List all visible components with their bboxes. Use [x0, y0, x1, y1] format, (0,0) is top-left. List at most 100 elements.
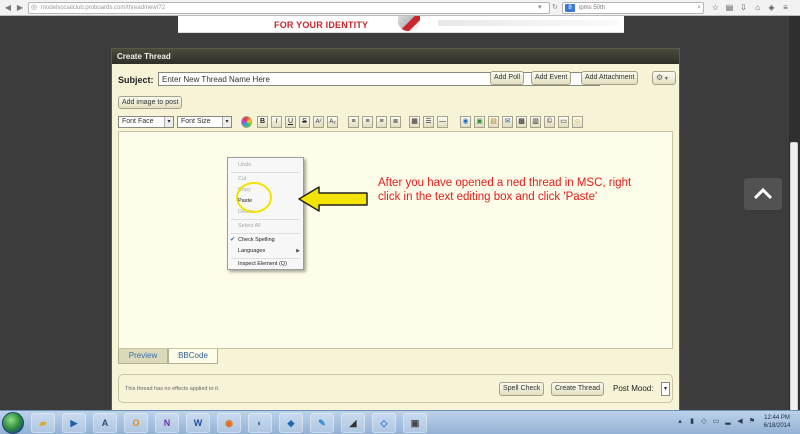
windows-taskbar: ▰ ▶ A O N W ◉ ◐ ◆ ✎ ◢ ◇ ▣ ▴ ▮ ◇ ▭ ▂ ◀ ⚑ …	[0, 410, 800, 434]
scroll-icon[interactable]: ▭	[558, 116, 569, 128]
battery-icon[interactable]: ▭	[712, 418, 720, 426]
media-player-icon[interactable]: ▶	[62, 413, 86, 433]
post-mood-select[interactable]: ▾	[661, 382, 670, 396]
thread-footer: This thread has no effects applied to it…	[118, 374, 673, 403]
context-menu-check-spelling[interactable]: ✔ Check Spelling	[228, 235, 303, 245]
italic-button[interactable]: I	[271, 116, 282, 128]
back-to-top-button[interactable]	[744, 178, 782, 210]
create-thread-button[interactable]: Create Thread	[551, 382, 605, 396]
subscript-button[interactable]: A₂	[327, 116, 338, 128]
check-spelling-label: Check Spelling	[238, 237, 275, 243]
quote-icon[interactable]: ▥	[530, 116, 541, 128]
link-icon[interactable]: ◉	[460, 116, 471, 128]
ad-banner[interactable]: FOR YOUR IDENTITY	[178, 16, 624, 33]
align-right-icon[interactable]: ≡	[376, 116, 387, 128]
chevron-up-icon	[753, 187, 773, 200]
bold-button[interactable]: B	[257, 116, 268, 128]
options-dropdown[interactable]: ⚙ ▾	[652, 71, 676, 85]
strikethrough-button[interactable]: S	[299, 116, 310, 128]
clock-time: 12:44 PM	[764, 415, 790, 421]
banner-logo	[398, 16, 420, 31]
word-icon[interactable]: W	[186, 413, 210, 433]
email-icon[interactable]: ✉	[502, 116, 513, 128]
image-icon[interactable]: ▣	[474, 116, 485, 128]
search-text: ipms 50th	[579, 5, 606, 11]
start-button[interactable]	[2, 412, 24, 434]
page-scrollbar[interactable]	[789, 16, 800, 412]
add-image-button[interactable]: Add image to post	[118, 96, 183, 109]
chevron-down-icon: ▾	[164, 117, 173, 127]
submenu-arrow-icon: ▶	[296, 248, 300, 254]
feather-icon[interactable]: ✎	[310, 413, 334, 433]
context-menu: Undo Cut Copy Paste Delete Select All ✔ …	[227, 157, 304, 270]
search-engine-icon[interactable]: 8	[565, 4, 575, 12]
explorer-icon[interactable]: ▰	[31, 413, 55, 433]
flag-icon[interactable]: ⚑	[748, 418, 756, 426]
font-size-select[interactable]: Font Size ▾	[177, 116, 232, 128]
forward-icon[interactable]: ▶	[15, 3, 25, 13]
context-menu-select-all[interactable]: Select All	[228, 221, 303, 231]
chevron-down-icon: ▾	[222, 117, 231, 127]
context-menu-cut[interactable]: Cut	[228, 174, 303, 184]
context-menu-languages[interactable]: Languages ▶	[228, 246, 303, 256]
reload-icon[interactable]: ↻	[552, 2, 558, 14]
spell-check-button[interactable]: Spell Check	[499, 382, 545, 396]
copyright-icon[interactable]: ©	[544, 116, 555, 128]
dropbox-tray-icon[interactable]: ◇	[700, 418, 708, 426]
justify-icon[interactable]: ≣	[390, 116, 401, 128]
network-icon[interactable]: ▮	[688, 418, 696, 426]
create-thread-panel: Create Thread Subject: Add Poll Add Even…	[111, 48, 680, 412]
url-text: modelsocialclub.proboards.com/thread/new…	[41, 5, 166, 11]
app4-icon[interactable]: ◢	[341, 413, 365, 433]
superscript-button[interactable]: A²	[313, 116, 324, 128]
menu-icon[interactable]: ≡	[780, 3, 791, 13]
browser-toolbar: ◀ ▶ ◎ modelsocialclub.proboards.com/thre…	[0, 0, 800, 16]
shield-icon[interactable]: ◈	[766, 3, 777, 13]
onenote-icon[interactable]: N	[155, 413, 179, 433]
dropbox-icon[interactable]: ◇	[372, 413, 396, 433]
instruction-annotation: After you have opened a ned thread in MS…	[378, 177, 632, 203]
scrollbar-thumb[interactable]	[790, 142, 798, 412]
firefox-icon[interactable]: ◉	[217, 413, 241, 433]
system-tray: ▴ ▮ ◇ ▭ ▂ ◀ ⚑	[672, 413, 758, 433]
add-poll-button-left[interactable]: Add Poll	[490, 71, 525, 85]
horizontal-rule-icon[interactable]: —	[437, 116, 448, 128]
smiley-icon[interactable]: ☺	[572, 116, 583, 128]
font-size-label: Font Size	[181, 118, 211, 125]
app-icon[interactable]: A	[93, 413, 117, 433]
download-icon[interactable]: ⇩	[738, 3, 749, 13]
app2-icon[interactable]: ◐	[248, 413, 272, 433]
home-icon[interactable]: ⌂	[752, 3, 763, 13]
dropdown-icon[interactable]: ▾	[538, 2, 542, 14]
search-bar[interactable]: 8 ipms 50th ⌕	[562, 2, 704, 14]
add-event-button[interactable]: Add Event	[531, 71, 572, 85]
outlook-icon[interactable]: O	[124, 413, 148, 433]
list-icon[interactable]: ☰	[423, 116, 434, 128]
back-icon[interactable]: ◀	[3, 3, 13, 13]
tab-bbcode[interactable]: BBCode	[168, 349, 218, 364]
align-left-icon[interactable]: ≡	[348, 116, 359, 128]
code-icon[interactable]: ▩	[516, 116, 527, 128]
post-text-editor[interactable]: Undo Cut Copy Paste Delete Select All ✔ …	[118, 131, 673, 349]
context-menu-undo[interactable]: Undo	[228, 160, 303, 170]
address-bar[interactable]: ◎ modelsocialclub.proboards.com/thread/n…	[28, 2, 550, 14]
tab-preview[interactable]: Preview	[118, 349, 168, 364]
bookmarks-icon[interactable]: ▤	[724, 3, 735, 13]
align-center-icon[interactable]: ≡	[362, 116, 373, 128]
tray-arrow-icon[interactable]: ▴	[676, 418, 684, 426]
video-icon[interactable]: ▤	[488, 116, 499, 128]
add-attachment-button[interactable]: Add Attachment	[581, 71, 639, 85]
star-icon[interactable]: ☆	[710, 3, 721, 13]
underline-button[interactable]: U	[285, 116, 296, 128]
font-face-select[interactable]: Font Face ▾	[118, 116, 174, 128]
app3-icon[interactable]: ◆	[279, 413, 303, 433]
search-icon[interactable]: ⌕	[697, 3, 701, 13]
table-icon[interactable]: ▦	[409, 116, 420, 128]
context-menu-inspect-element[interactable]: Inspect Element (Q)	[228, 259, 303, 269]
volume-icon[interactable]: ◀	[736, 418, 744, 426]
signal-icon[interactable]: ▂	[724, 418, 732, 426]
app5-icon[interactable]: ▣	[403, 413, 427, 433]
clock[interactable]: 12:44 PM 6/18/2014	[758, 414, 796, 430]
color-picker-icon[interactable]	[241, 116, 252, 128]
highlight-circle	[236, 182, 272, 213]
